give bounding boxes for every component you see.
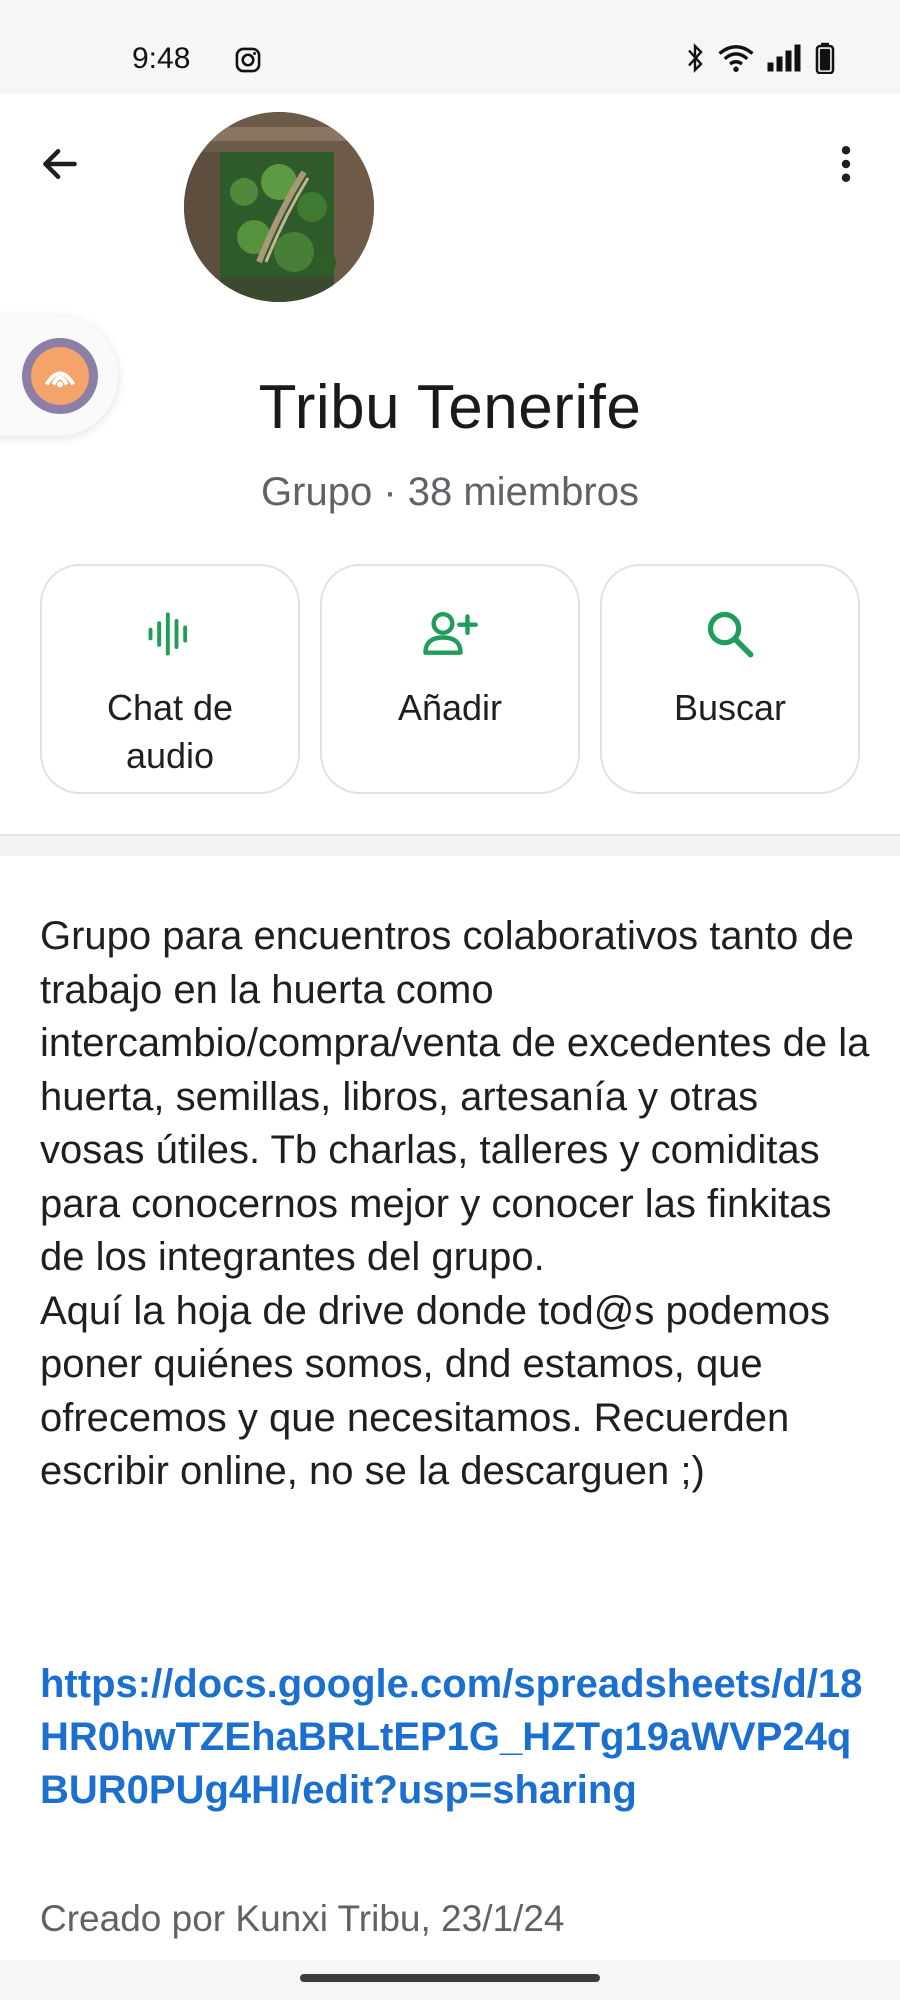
add-member-button[interactable]: Añadir: [320, 564, 580, 794]
group-subtitle: Grupo · 38 miembros: [261, 470, 639, 514]
signal-icon: [767, 44, 801, 72]
group-avatar[interactable]: [184, 112, 374, 302]
status-bar: 9:48: [0, 0, 900, 94]
avatar-image: [184, 112, 374, 302]
more-options-button[interactable]: [822, 140, 870, 188]
created-by-text: Creado por Kunxi Tribu, 23/1/24: [40, 1898, 565, 1939]
search-button[interactable]: Buscar: [600, 564, 860, 794]
audio-waveform-icon: [142, 606, 198, 662]
group-title: Tribu Tenerife: [258, 373, 642, 442]
audio-chat-label: Chat de audio: [106, 687, 234, 776]
back-arrow-icon: [43, 148, 77, 180]
spreadsheet-link[interactable]: https://docs.google.com/spreadsheets/d/1…: [40, 1658, 870, 1817]
status-time: 9:48: [132, 42, 191, 75]
add-person-icon: [422, 606, 478, 662]
wifi-icon: [718, 45, 754, 72]
home-indicator[interactable]: [300, 1974, 600, 1982]
search-label: Buscar: [673, 687, 787, 728]
battery-icon: [815, 42, 835, 74]
audio-chat-button[interactable]: Chat de audio: [40, 564, 300, 794]
add-member-label: Añadir: [397, 687, 503, 728]
more-vert-icon: [841, 146, 851, 182]
search-icon: [702, 606, 758, 662]
action-buttons: Chat de audio Añadir Buscar: [40, 564, 860, 794]
instagram-icon: [235, 47, 261, 73]
group-description: Grupo para encuentros colaborativos tant…: [40, 914, 870, 1493]
status-icons: [684, 42, 836, 74]
section-divider: [0, 834, 900, 856]
bluetooth-icon: [688, 43, 703, 73]
back-button[interactable]: [36, 140, 84, 188]
